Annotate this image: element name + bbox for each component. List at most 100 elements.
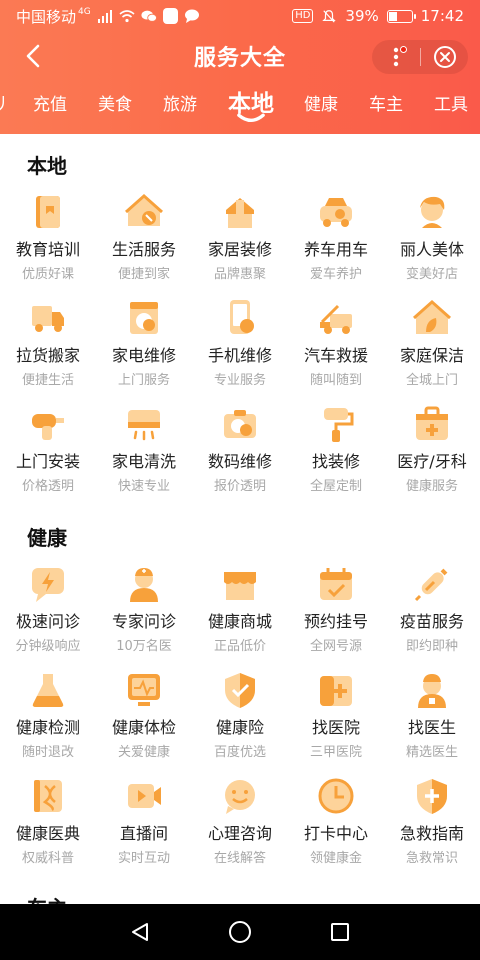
service-item[interactable]: 汽车救援 随叫随到 <box>288 298 384 398</box>
service-item[interactable]: 心理咨询 在线解答 <box>192 776 288 876</box>
service-item[interactable]: 数码维修 报价透明 <box>192 404 288 504</box>
service-item[interactable]: 专家问诊 10万名医 <box>96 564 192 664</box>
paint-roller-icon <box>226 198 254 228</box>
tab-health[interactable]: 健康 <box>304 90 338 115</box>
tab-car-owner[interactable]: 车主 <box>369 90 403 115</box>
washer-icon <box>130 302 158 334</box>
service-item[interactable]: 养车用车 爱车养护 <box>288 192 384 292</box>
wifi-icon <box>119 10 135 23</box>
syringe-icon <box>414 568 448 602</box>
service-item[interactable]: 直播间 实时互动 <box>96 776 192 876</box>
service-item[interactable]: 上门安装 价格透明 <box>0 404 96 504</box>
service-item[interactable]: 家庭保洁 全城上门 <box>384 298 480 398</box>
service-name: 教育培训 <box>15 240 80 259</box>
service-item[interactable]: 找医院 三甲医院 <box>288 670 384 770</box>
service-subtitle: 即约即种 <box>405 639 458 654</box>
more-button[interactable] <box>372 40 420 74</box>
triangle-back-icon <box>132 923 148 941</box>
service-item[interactable]: 健康医典 权威科普 <box>0 776 96 876</box>
nurse-icon <box>418 674 446 708</box>
service-subtitle: 正品低价 <box>213 639 266 654</box>
service-subtitle: 关爱健康 <box>117 745 170 760</box>
title-bar: 服务大全 <box>0 32 480 80</box>
tab-recharge[interactable]: 充值 <box>33 90 67 115</box>
service-subtitle: 实时互动 <box>117 851 170 866</box>
service-item[interactable]: 健康商城 正品低价 <box>192 564 288 664</box>
service-name: 疫苗服务 <box>399 612 464 631</box>
tab-tools[interactable]: 工具 <box>434 90 468 115</box>
tab-travel[interactable]: 旅游 <box>163 90 197 115</box>
roller-icon <box>324 408 354 442</box>
service-item[interactable]: 疫苗服务 即约即种 <box>384 564 480 664</box>
service-item[interactable]: 健康险 百度优选 <box>192 670 288 770</box>
service-subtitle: 权威科普 <box>21 851 74 866</box>
woman-icon <box>420 196 445 228</box>
service-name: 直播间 <box>119 824 168 843</box>
service-subtitle: 全网号源 <box>309 639 362 654</box>
notification-dot <box>400 46 407 53</box>
square-recents-icon <box>331 923 349 941</box>
service-name: 心理咨询 <box>207 824 272 843</box>
service-name: 健康检测 <box>15 718 80 737</box>
service-item[interactable]: 家电清洗 快速专业 <box>96 404 192 504</box>
service-name: 找医生 <box>407 718 456 737</box>
service-item[interactable]: 家居装修 品牌惠聚 <box>192 192 288 292</box>
mute-icon <box>322 10 337 23</box>
service-item[interactable]: 生活服务 便捷到家 <box>96 192 192 292</box>
tab-food[interactable]: 美食 <box>98 90 132 115</box>
service-subtitle: 爱车养护 <box>309 267 362 282</box>
service-item[interactable]: 丽人美体 变美好店 <box>384 192 480 292</box>
service-name: 丽人美体 <box>399 240 464 259</box>
service-list: 本地 教育培训 优质好课 生活服务 便捷到家 家居装修 品牌惠聚 养车用车 爱车养护 丽人美体 变美… <box>0 134 480 904</box>
service-name: 健康商城 <box>207 612 272 631</box>
shield-check-icon <box>225 673 255 708</box>
service-name: 生活服务 <box>111 240 176 259</box>
message-icon <box>184 9 199 23</box>
service-subtitle: 优质好课 <box>21 267 74 282</box>
service-subtitle: 领健康金 <box>309 851 362 866</box>
mini-program-capsule <box>372 40 468 74</box>
service-subtitle: 便捷生活 <box>21 373 74 388</box>
nav-recents-button[interactable] <box>320 912 360 952</box>
monitor-pulse-icon <box>128 674 160 706</box>
service-item[interactable]: 预约挂号 全网号源 <box>288 564 384 664</box>
service-subtitle: 便捷到家 <box>117 267 170 282</box>
service-subtitle: 三甲医院 <box>309 745 362 760</box>
wechat-icon <box>141 10 157 22</box>
service-subtitle: 专业服务 <box>213 373 266 388</box>
service-subtitle: 价格透明 <box>21 479 74 494</box>
service-item[interactable]: 医疗/牙科 健康服务 <box>384 404 480 504</box>
tab-partial-left[interactable]: 丿 <box>0 90 11 115</box>
service-item[interactable]: 健康检测 随时退改 <box>0 670 96 770</box>
service-name: 医疗/牙科 <box>397 452 467 471</box>
service-item[interactable]: 打卡中心 领健康金 <box>288 776 384 876</box>
service-name: 预约挂号 <box>303 612 368 631</box>
nav-back-button[interactable] <box>120 912 160 952</box>
service-name: 家庭保洁 <box>399 346 464 365</box>
store-icon <box>224 572 256 600</box>
service-name: 健康险 <box>215 718 264 737</box>
service-item[interactable]: 找装修 全屋定制 <box>288 404 384 504</box>
network-label: 4G <box>78 7 91 17</box>
house-wrench-icon <box>125 193 163 226</box>
service-item[interactable]: 急救指南 急救常识 <box>384 776 480 876</box>
nav-home-button[interactable] <box>220 912 260 952</box>
category-tabs: 丿 充值 美食 旅游 本地 健康 车主 工具 <box>0 80 480 134</box>
flask-icon <box>32 674 64 707</box>
service-item[interactable]: 找医生 精选医生 <box>384 670 480 770</box>
service-item[interactable]: 拉货搬家 便捷生活 <box>0 298 96 398</box>
service-item[interactable]: 家电维修 上门服务 <box>96 298 192 398</box>
house-clean-icon <box>413 299 451 334</box>
book-icon <box>36 196 60 228</box>
service-item[interactable]: 教育培训 优质好课 <box>0 192 96 292</box>
service-item[interactable]: 手机维修 专业服务 <box>192 298 288 398</box>
service-item[interactable]: 健康体检 关爱健康 <box>96 670 192 770</box>
service-name: 健康医典 <box>15 824 80 843</box>
service-item[interactable]: 极速问诊 分钟级响应 <box>0 564 96 664</box>
service-name: 数码维修 <box>207 452 272 471</box>
system-nav-bar <box>0 904 480 960</box>
close-button[interactable] <box>421 40 468 74</box>
dna-book-icon <box>34 780 62 812</box>
drill-icon <box>32 414 64 440</box>
truck-icon <box>32 306 64 332</box>
